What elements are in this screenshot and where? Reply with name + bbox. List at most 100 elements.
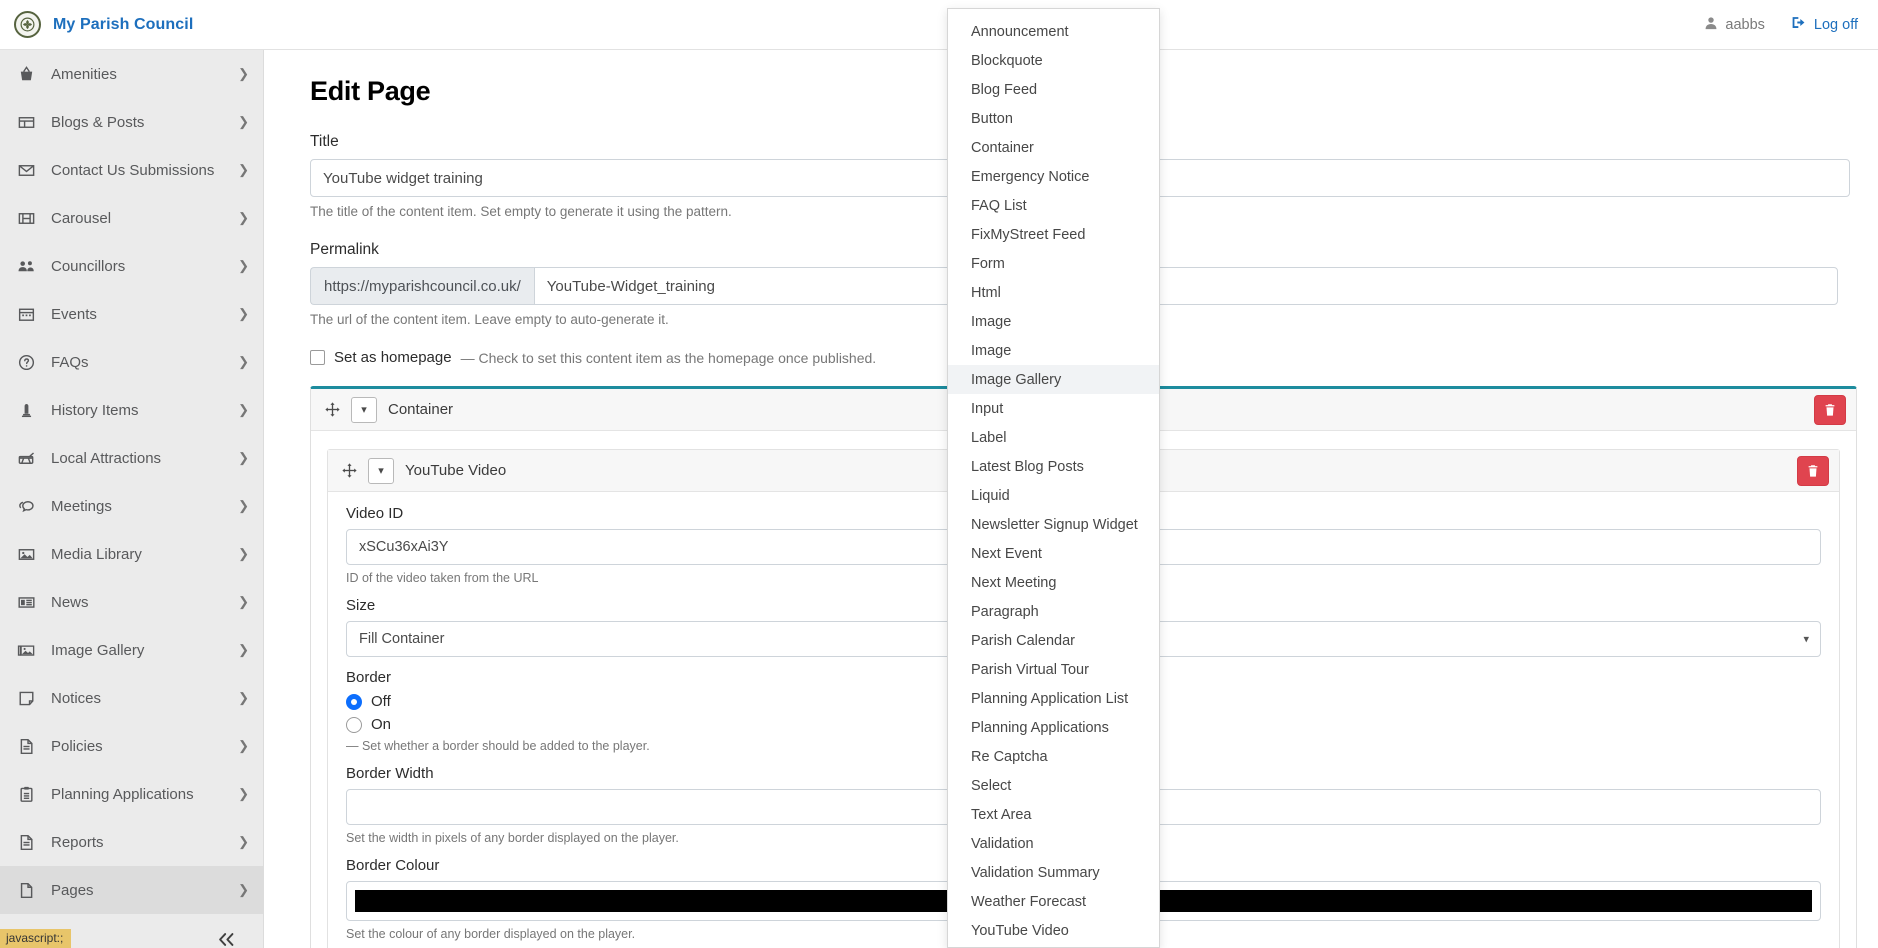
dropdown-item[interactable]: Validation bbox=[948, 829, 1159, 858]
dropdown-item[interactable]: Parish Virtual Tour bbox=[948, 655, 1159, 684]
chevron-right-icon: ❯ bbox=[238, 594, 249, 609]
dropdown-item[interactable]: Announcement bbox=[948, 17, 1159, 46]
dropdown-item[interactable]: Blockquote bbox=[948, 46, 1159, 75]
sidebar-item-contact-us-submissions[interactable]: Contact Us Submissions ❯ bbox=[0, 146, 263, 194]
dropdown-item[interactable]: Blog Feed bbox=[948, 75, 1159, 104]
dropdown-item[interactable]: Emergency Notice bbox=[948, 162, 1159, 191]
dropdown-item[interactable]: Paragraph bbox=[948, 597, 1159, 626]
dropdown-item[interactable]: FixMyStreet Feed bbox=[948, 220, 1159, 249]
dropdown-item[interactable]: Image bbox=[948, 336, 1159, 365]
dropdown-item[interactable]: Container bbox=[948, 133, 1159, 162]
sidebar-item-local-attractions[interactable]: Local Attractions ❯ bbox=[0, 434, 263, 482]
sidebar-item-amenities[interactable]: Amenities ❯ bbox=[0, 50, 263, 98]
set-as-homepage-checkbox[interactable] bbox=[310, 350, 325, 365]
sidebar-item-news[interactable]: News ❯ bbox=[0, 578, 263, 626]
dropdown-item[interactable]: Planning Applications bbox=[948, 713, 1159, 742]
dropdown-item[interactable]: Liquid bbox=[948, 481, 1159, 510]
sidebar-item-label: Carousel bbox=[51, 209, 112, 227]
sidebar-item-faqs[interactable]: FAQs ❯ bbox=[0, 338, 263, 386]
sidebar-item-carousel[interactable]: Carousel ❯ bbox=[0, 194, 263, 242]
dropdown-item[interactable]: Image Gallery bbox=[948, 365, 1159, 394]
border-radio-on[interactable] bbox=[346, 716, 362, 733]
envelope-icon bbox=[17, 161, 45, 180]
sidebar-item-events[interactable]: Events ❯ bbox=[0, 290, 263, 338]
sidebar-item-meetings[interactable]: Meetings ❯ bbox=[0, 482, 263, 530]
sidebar-item-policies[interactable]: Policies ❯ bbox=[0, 722, 263, 770]
dropdown-item[interactable]: Label bbox=[948, 423, 1159, 452]
logoff-button[interactable]: Log off bbox=[1791, 15, 1858, 34]
chevron-right-icon: ❯ bbox=[238, 66, 249, 81]
calendar-icon bbox=[17, 305, 45, 324]
sidebar-item-history-items[interactable]: History Items ❯ bbox=[0, 386, 263, 434]
sidebar: Amenities ❯ Blogs & Posts ❯ Contact Us S… bbox=[0, 50, 264, 948]
dropdown-item[interactable]: YouTube Video bbox=[948, 916, 1159, 945]
dropdown-item[interactable]: Parish Calendar bbox=[948, 626, 1159, 655]
logout-icon bbox=[1791, 15, 1807, 34]
permalink-input[interactable]: YouTube-Widget_training bbox=[533, 267, 1838, 305]
sidebar-item-label: Contact Us Submissions bbox=[51, 161, 215, 179]
youtube-collapse-button[interactable]: ▾ bbox=[368, 457, 394, 484]
dropdown-item[interactable]: Button bbox=[948, 104, 1159, 133]
drum-icon bbox=[17, 449, 45, 468]
move-arrows-icon[interactable] bbox=[342, 463, 357, 478]
dropdown-item[interactable]: FAQ List bbox=[948, 191, 1159, 220]
chevron-right-icon: ❯ bbox=[238, 258, 249, 273]
sidebar-item-media-library[interactable]: Media Library ❯ bbox=[0, 530, 263, 578]
sidebar-item-label: Media Library bbox=[51, 545, 142, 563]
dropdown-item[interactable]: Planning Application List bbox=[948, 684, 1159, 713]
container-delete-button[interactable] bbox=[1814, 394, 1846, 425]
widget-type-dropdown[interactable]: Announcement Blockquote Blog Feed Button Con… bbox=[947, 8, 1160, 948]
sidebar-item-planning-applications[interactable]: Planning Applications ❯ bbox=[0, 770, 263, 818]
sidebar-item-reports[interactable]: Reports ❯ bbox=[0, 818, 263, 866]
container-collapse-button[interactable]: ▾ bbox=[351, 396, 377, 423]
brand[interactable]: My Parish Council bbox=[0, 11, 193, 38]
document-icon bbox=[17, 737, 45, 756]
youtube-delete-button[interactable] bbox=[1797, 455, 1829, 486]
people-icon bbox=[17, 257, 45, 276]
chevron-right-icon: ❯ bbox=[238, 738, 249, 753]
dropdown-item[interactable]: Image bbox=[948, 307, 1159, 336]
sidebar-item-notices[interactable]: Notices ❯ bbox=[0, 674, 263, 722]
dropdown-item[interactable]: Html bbox=[948, 278, 1159, 307]
dropdown-item[interactable]: Select bbox=[948, 771, 1159, 800]
dropdown-item[interactable]: Next Meeting bbox=[948, 568, 1159, 597]
sidebar-item-label: Reports bbox=[51, 833, 104, 851]
chevron-down-icon: ❯ bbox=[238, 882, 249, 897]
parish-crest-icon bbox=[14, 11, 41, 38]
dropdown-item[interactable]: Text Area bbox=[948, 800, 1159, 829]
question-circle-icon bbox=[17, 353, 45, 372]
logoff-label: Log off bbox=[1813, 16, 1858, 33]
sidebar-item-councillors[interactable]: Councillors ❯ bbox=[0, 242, 263, 290]
chevron-right-icon: ❯ bbox=[238, 114, 249, 129]
size-select-value: Fill Container bbox=[359, 631, 445, 647]
dropdown-item[interactable]: Newsletter Signup Widget bbox=[948, 510, 1159, 539]
border-radio-off[interactable] bbox=[346, 693, 362, 710]
dropdown-item[interactable]: Re Captcha bbox=[948, 742, 1159, 771]
sidebar-item-image-gallery[interactable]: Image Gallery ❯ bbox=[0, 626, 263, 674]
chevron-right-icon: ❯ bbox=[238, 642, 249, 657]
status-tooltip: javascript:; bbox=[0, 929, 72, 948]
dropdown-item[interactable]: Next Event bbox=[948, 539, 1159, 568]
move-arrows-icon[interactable] bbox=[325, 402, 340, 417]
sidebar-item-blogs-posts[interactable]: Blogs & Posts ❯ bbox=[0, 98, 263, 146]
sidebar-item-label: Pages bbox=[51, 881, 94, 899]
chat-bubbles-icon bbox=[17, 497, 45, 516]
sidebar-item-label: Notices bbox=[51, 689, 102, 707]
chevron-right-icon: ❯ bbox=[238, 546, 249, 561]
dropdown-item[interactable]: Validation Summary bbox=[948, 858, 1159, 887]
page-icon bbox=[17, 881, 45, 900]
dropdown-item[interactable]: Weather Forecast bbox=[948, 887, 1159, 916]
set-as-homepage-label: Set as homepage bbox=[334, 349, 452, 366]
chevron-right-icon: ❯ bbox=[238, 498, 249, 513]
table-icon bbox=[17, 113, 45, 132]
sidebar-item-label: Policies bbox=[51, 737, 103, 755]
dropdown-item[interactable]: Input bbox=[948, 394, 1159, 423]
sidebar-item-label: News bbox=[51, 593, 89, 611]
sidebar-item-label: Meetings bbox=[51, 497, 112, 515]
dropdown-item[interactable]: Latest Blog Posts bbox=[948, 452, 1159, 481]
sidebar-item-label: Councillors bbox=[51, 257, 126, 275]
sidebar-item-pages[interactable]: Pages ❯ bbox=[0, 866, 263, 914]
chevron-right-icon: ❯ bbox=[238, 210, 249, 225]
dropdown-item[interactable]: Form bbox=[948, 249, 1159, 278]
user-chip[interactable]: aabbs bbox=[1704, 16, 1765, 34]
